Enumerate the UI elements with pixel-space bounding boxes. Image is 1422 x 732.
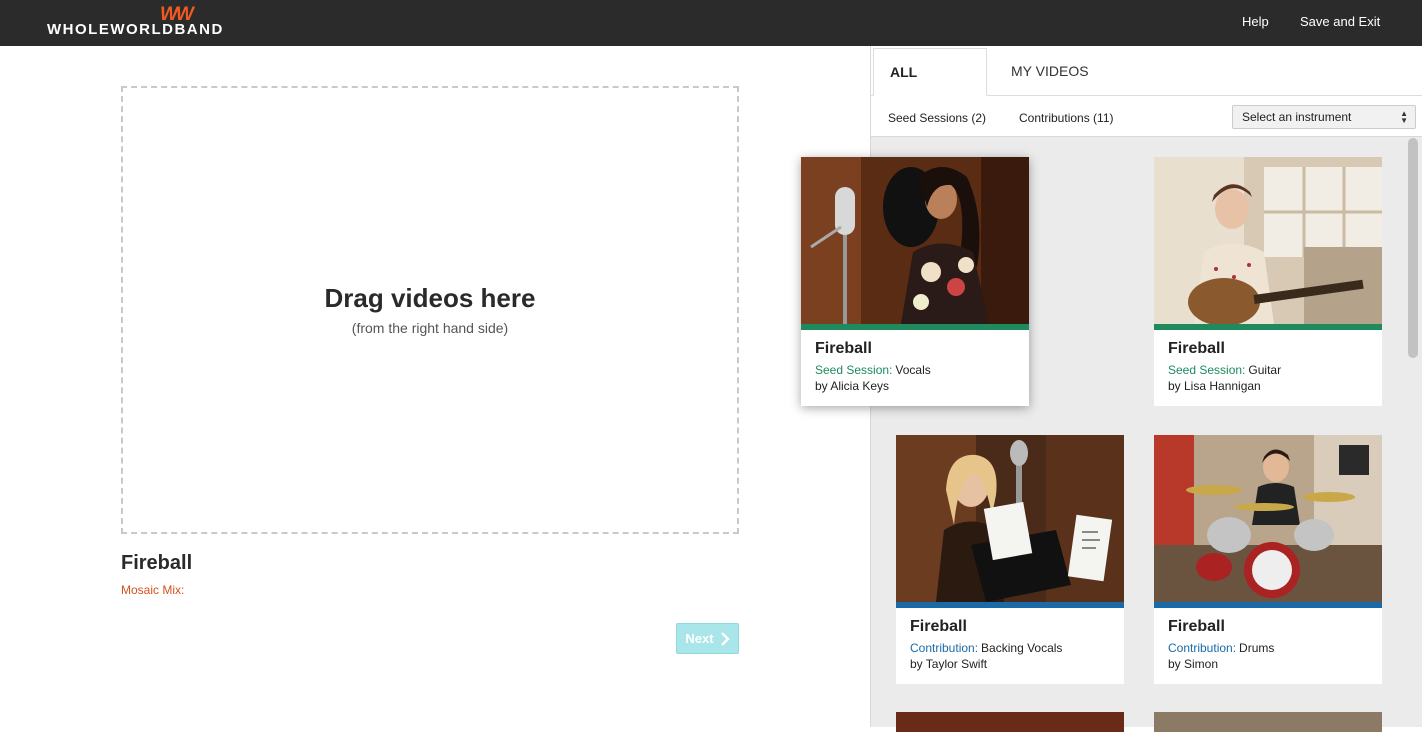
chevron-right-icon (720, 631, 730, 646)
video-instrument: Drums (1239, 641, 1275, 655)
wholeworldband-logo[interactable]: WW WHOLEWORLDBAND (47, 4, 237, 42)
drop-zone-title: Drag videos here (324, 283, 536, 313)
save-and-exit-link[interactable]: Save and Exit (1300, 14, 1380, 29)
video-thumbnail (1154, 435, 1382, 602)
video-thumbnail (801, 157, 1029, 324)
backing-vocalist-image (896, 435, 1124, 602)
scrollbar-thumb[interactable] (1408, 138, 1418, 358)
instrument-select-value: Select an instrument (1242, 110, 1352, 124)
video-kind: Contribution: (1168, 641, 1237, 655)
contribution-bar (1154, 602, 1382, 608)
video-instrument: Vocals (895, 363, 931, 377)
video-instrument: Guitar (1248, 363, 1282, 377)
video-card-partial[interactable] (896, 712, 1124, 732)
video-artist: by Taylor Swift (910, 657, 988, 671)
tab-bar: ALL VIDEOS MY VIDEOS (871, 46, 1422, 126)
drop-zone-subtitle: (from the right hand side) (351, 320, 509, 336)
video-kind: Contribution: (910, 641, 979, 655)
filter-bar: Seed Sessions (2) Contributions (11) Sel… (871, 96, 1422, 137)
video-artist: by Alicia Keys (815, 379, 890, 393)
video-card-partial[interactable] (1154, 712, 1382, 732)
video-role: Contribution: Drums (1168, 641, 1274, 655)
video-drop-zone[interactable]: Drag videos here (from the right hand si… (121, 86, 739, 534)
video-title: Fireball (1168, 618, 1225, 635)
top-bar: WW WHOLEWORLDBAND Help Save and Exit (0, 0, 1422, 46)
video-title: Fireball (910, 618, 967, 635)
video-thumbnail (896, 435, 1124, 602)
video-artist: by Simon (1168, 657, 1219, 671)
instrument-select[interactable]: Select an instrument ▲ ▼ (1232, 105, 1416, 129)
tab-all-videos[interactable]: ALL VIDEOS (873, 48, 987, 126)
seed-session-bar (801, 324, 1029, 330)
contributions-filter[interactable]: Contributions (11) (1019, 111, 1114, 125)
video-title: Fireball (1168, 340, 1225, 357)
mosaic-mix-label: Mosaic Mix: (121, 583, 185, 597)
video-kind: Seed Session: (815, 363, 893, 377)
seed-sessions-filter[interactable]: Seed Sessions (2) (888, 111, 986, 125)
select-arrows-icon: ▲ ▼ (1400, 109, 1408, 125)
seed-session-bar (1154, 324, 1382, 330)
tab-my-videos[interactable]: MY VIDEOS (995, 48, 1105, 96)
next-button[interactable]: Next (676, 623, 739, 654)
video-role: Seed Session: Vocals (815, 363, 931, 377)
video-instrument: Backing Vocals (981, 641, 1063, 655)
video-card-backing-vocals[interactable]: Fireball Contribution: Backing Vocals by … (896, 435, 1124, 684)
video-role: Seed Session: Guitar (1168, 363, 1281, 377)
video-card-guitar[interactable]: Fireball Seed Session: Guitar by Lisa Han… (1154, 157, 1382, 406)
drummer-image (1154, 435, 1382, 602)
video-title: Fireball (815, 340, 872, 357)
video-kind: Seed Session: (1168, 363, 1246, 377)
help-link[interactable]: Help (1242, 14, 1269, 29)
next-button-label: Next (685, 631, 714, 646)
vocalist-image (801, 157, 1029, 324)
video-card-drums[interactable]: Fireball Contribution: Drums by Simon (1154, 435, 1382, 684)
contribution-bar (896, 602, 1124, 608)
guitar-player-image (1154, 157, 1382, 324)
video-role: Contribution: Backing Vocals (910, 641, 1062, 655)
project-title: Fireball (121, 552, 193, 574)
video-artist: by Lisa Hannigan (1168, 379, 1261, 393)
video-card-vocals[interactable]: Fireball Seed Session: Vocals by Alicia K… (801, 157, 1029, 406)
logo-text: WHOLEWORLDBAND (47, 21, 224, 38)
video-thumbnail (1154, 157, 1382, 324)
